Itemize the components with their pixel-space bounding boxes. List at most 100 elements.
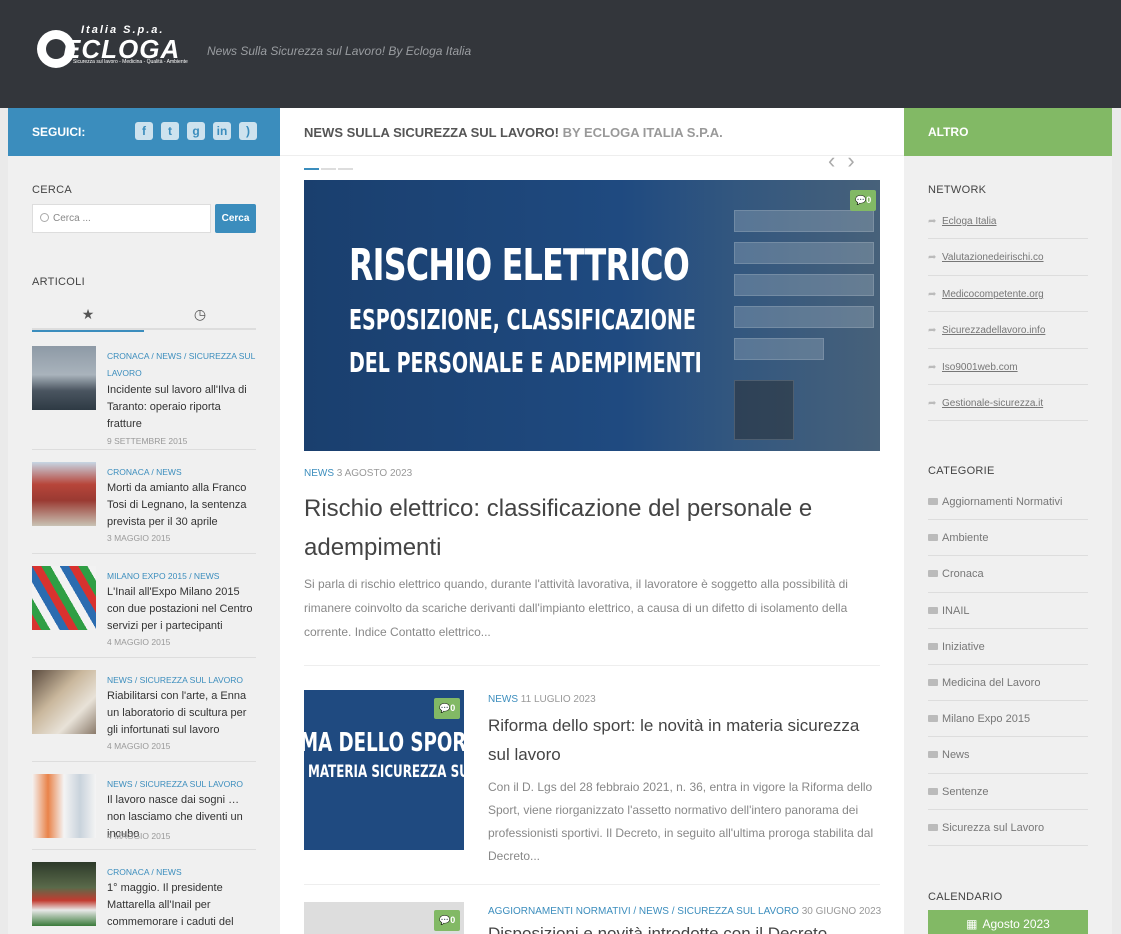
comment-count-badge[interactable]: 💬0	[850, 190, 877, 211]
comment-count-badge[interactable]: 💬0	[434, 698, 461, 719]
chevron-right-icon[interactable]: ›	[847, 148, 866, 173]
comment-count: 0	[450, 915, 456, 925]
category-item[interactable]: INAIL	[928, 593, 1088, 629]
category-label[interactable]: Iniziative	[942, 641, 985, 653]
post-categories[interactable]: AGGIORNAMENTI NORMATIVI / NEWS / SICUREZ…	[488, 906, 799, 917]
rss-icon[interactable]: )	[239, 122, 257, 140]
articles-list: CRONACA / NEWS / SICUREZZA SUL LAVORO In…	[32, 346, 256, 934]
article-date: 9 SETTEMBRE 2015	[107, 436, 188, 446]
article-title[interactable]: Morti da amianto alla Franco Tosi di Leg…	[107, 480, 257, 531]
articles-tabs: ★ ◷	[32, 302, 256, 332]
category-label[interactable]: Sentenze	[942, 786, 988, 798]
article-thumbnail[interactable]	[32, 774, 96, 838]
category-item[interactable]: Sentenze	[928, 774, 1088, 810]
category-item[interactable]: Cronaca	[928, 556, 1088, 593]
post-title[interactable]: Riforma dello sport: le novità in materi…	[488, 711, 880, 769]
page-title-main: NEWS SULLA SICUREZZA SUL LAVORO!	[304, 125, 559, 140]
category-item[interactable]: Sicurezza sul Lavoro	[928, 810, 1088, 846]
category-item[interactable]: Ambiente	[928, 520, 1088, 557]
article-title[interactable]: L'Inail all'Expo Milano 2015 con due pos…	[107, 584, 257, 635]
network-item: ➦ Iso9001web.com	[928, 349, 1088, 385]
list-item[interactable]: CRONACA / NEWS 1° maggio. Il presidente …	[32, 862, 256, 934]
network-link[interactable]: Ecloga Italia	[942, 216, 996, 227]
article-thumbnail[interactable]	[32, 346, 96, 410]
calendar-month-button[interactable]: ▦ Agosto 2023	[928, 910, 1088, 934]
slider-dot[interactable]	[338, 168, 353, 170]
category-item[interactable]: Milano Expo 2015	[928, 701, 1088, 738]
star-icon[interactable]: ★	[32, 306, 144, 332]
category-item[interactable]: Aggiornamenti Normativi	[928, 484, 1088, 521]
post-thumbnail[interactable]: MA DELLO SPORT MATERIA SICUREZZA SU 💬0	[304, 690, 464, 850]
article-categories[interactable]: NEWS / SICUREZZA SUL LAVORO	[107, 672, 257, 689]
clock-icon[interactable]: ◷	[144, 306, 256, 323]
category-label[interactable]: Sicurezza sul Lavoro	[942, 822, 1044, 834]
category-label[interactable]: Aggiornamenti Normativi	[942, 496, 1062, 508]
comment-count-badge[interactable]: 💬0	[434, 910, 461, 931]
post-excerpt: Si parla di rischio elettrico quando, du…	[304, 577, 848, 639]
search-button[interactable]: Cerca	[215, 204, 256, 233]
article-categories[interactable]: CRONACA / NEWS	[107, 464, 257, 481]
slider-arrows: ‹›	[828, 148, 867, 174]
network-link[interactable]: Valutazionedeirischi.co	[942, 252, 1044, 263]
network-link[interactable]: Medicocompetente.org	[942, 289, 1044, 300]
list-item[interactable]: CRONACA / NEWS / SICUREZZA SUL LAVORO In…	[32, 346, 256, 450]
search-input[interactable]: Cerca ...	[32, 204, 211, 233]
network-link[interactable]: Gestionale-sicurezza.it	[942, 398, 1043, 409]
article-date: 4 MAGGIO 2015	[107, 637, 171, 647]
left-sidebar: SEGUICI: f t g in ) CERCA Cerca ... Cerc…	[8, 108, 280, 934]
category-item[interactable]: Iniziative	[928, 629, 1088, 665]
share-arrow-icon: ➦	[928, 397, 937, 409]
post-title[interactable]: Disposizioni e novità introdotte con il …	[488, 924, 880, 934]
category-label[interactable]: Cronaca	[942, 568, 984, 580]
post-date: 3 AGOSTO 2023	[336, 468, 413, 479]
facebook-icon[interactable]: f	[135, 122, 153, 140]
post-meta: NEWS 3 AGOSTO 2023	[304, 468, 412, 479]
divider	[304, 665, 880, 666]
post-category[interactable]: NEWS	[488, 694, 518, 705]
folder-icon	[928, 534, 938, 542]
right-sidebar: ALTRO NETWORK ➦ Ecloga Italia ➦ Valutazion…	[904, 108, 1112, 934]
article-thumbnail[interactable]	[32, 462, 96, 526]
category-label[interactable]: News	[942, 749, 970, 761]
search-widget-title: CERCA	[32, 184, 73, 196]
comment-icon: 💬	[439, 703, 451, 713]
category-item[interactable]: Medicina del Lavoro	[928, 665, 1088, 702]
list-item[interactable]: NEWS / SICUREZZA SUL LAVORO Riabilitarsi…	[32, 670, 256, 762]
article-categories[interactable]: NEWS / SICUREZZA SUL LAVORO	[107, 776, 257, 793]
slider-dot[interactable]	[321, 168, 336, 170]
network-link[interactable]: Sicurezzadellavoro.info	[942, 325, 1045, 336]
category-label[interactable]: Ambiente	[942, 532, 988, 544]
slider-dot[interactable]	[304, 168, 319, 170]
article-thumbnail[interactable]	[32, 862, 96, 926]
category-label[interactable]: Milano Expo 2015	[942, 713, 1030, 725]
google-plus-icon[interactable]: g	[187, 122, 205, 140]
category-label[interactable]: Medicina del Lavoro	[942, 677, 1040, 689]
linkedin-icon[interactable]: in	[213, 122, 231, 140]
post-category[interactable]: NEWS	[304, 468, 334, 479]
article-thumbnail[interactable]	[32, 566, 96, 630]
network-link[interactable]: Iso9001web.com	[942, 362, 1018, 373]
network-item: ➦ Gestionale-sicurezza.it	[928, 385, 1088, 422]
folder-icon	[928, 678, 938, 686]
chevron-left-icon[interactable]: ‹	[828, 148, 847, 173]
list-item[interactable]: NEWS / SICUREZZA SUL LAVORO Il lavoro na…	[32, 774, 256, 850]
article-categories[interactable]: MILANO EXPO 2015 / NEWS	[107, 568, 257, 585]
article-title[interactable]: Incidente sul lavoro all'Ilva di Taranto…	[107, 382, 257, 433]
article-title[interactable]: 1° maggio. Il presidente Mattarella all'…	[107, 880, 257, 931]
article-thumbnail[interactable]	[32, 670, 96, 734]
list-item[interactable]: CRONACA / NEWS Morti da amianto alla Fra…	[32, 462, 256, 554]
category-item[interactable]: News	[928, 737, 1088, 774]
social-links: f t g in )	[135, 122, 257, 140]
network-item: ➦ Ecloga Italia	[928, 203, 1088, 240]
twitter-icon[interactable]: t	[161, 122, 179, 140]
category-label[interactable]: INAIL	[942, 605, 970, 617]
article-categories[interactable]: CRONACA / NEWS / SICUREZZA SUL LAVORO	[107, 348, 257, 382]
post-thumbnail[interactable]: 💬0	[304, 902, 464, 934]
articles-widget-title: ARTICOLI	[32, 276, 85, 288]
post-title[interactable]: Rischio elettrico: classificazione del p…	[304, 489, 864, 567]
article-title[interactable]: Riabilitarsi con l'arte, a Enna un labor…	[107, 688, 257, 739]
featured-image[interactable]: RISCHIO ELETTRICO ESPOSIZIONE, CLASSIFIC…	[304, 180, 880, 451]
site-logo[interactable]: Italia S.p.a. ECLOGA Sicurezza sul lavor…	[37, 24, 188, 72]
list-item[interactable]: MILANO EXPO 2015 / NEWS L'Inail all'Expo…	[32, 566, 256, 658]
article-categories[interactable]: CRONACA / NEWS	[107, 864, 257, 881]
